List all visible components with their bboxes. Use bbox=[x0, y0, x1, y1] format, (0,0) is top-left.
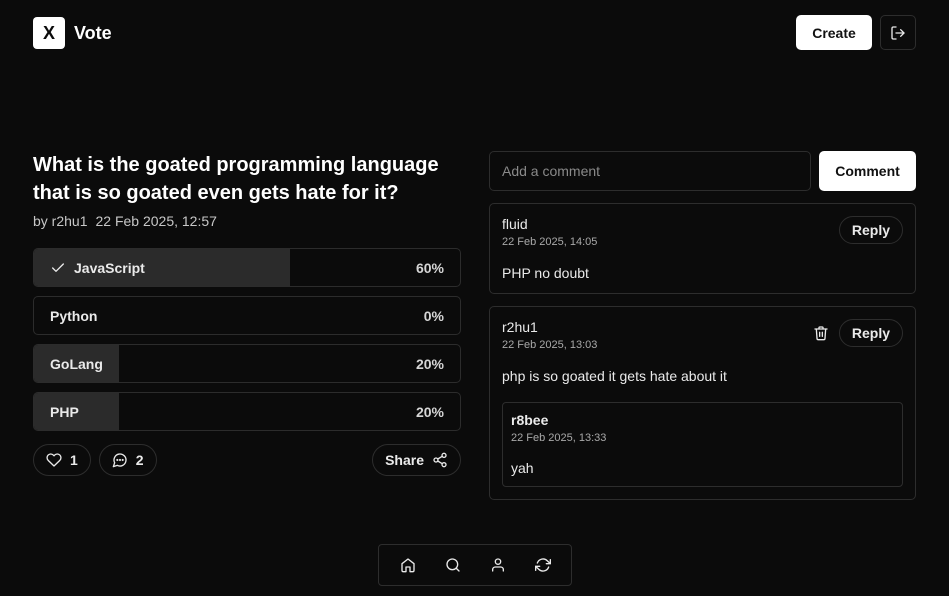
option-percent: 20% bbox=[415, 403, 444, 420]
option-label: JavaScript bbox=[50, 260, 145, 276]
share-label: Share bbox=[385, 452, 424, 468]
refresh-icon bbox=[534, 557, 551, 573]
logout-icon bbox=[890, 25, 906, 41]
delete-comment-button[interactable] bbox=[811, 323, 831, 343]
check-icon bbox=[50, 260, 66, 276]
option-text: GoLang bbox=[50, 355, 103, 372]
share-button[interactable]: Share bbox=[372, 444, 461, 476]
option-label: PHP bbox=[50, 404, 79, 420]
poll-panel: What is the goated programming language … bbox=[33, 151, 461, 476]
poll-author[interactable]: by r2hu1 bbox=[33, 213, 87, 229]
comment-submit-button[interactable]: Comment bbox=[819, 151, 916, 191]
option-percent: 0% bbox=[423, 307, 444, 324]
reply-card: r8bee 22 Feb 2025, 13:33 yah bbox=[502, 402, 903, 487]
poll-options: JavaScript 60% Python 0% GoLang 20% PHP … bbox=[33, 248, 461, 431]
option-text: Python bbox=[50, 307, 98, 324]
poll-option-javascript[interactable]: JavaScript 60% bbox=[33, 248, 461, 287]
poll-option-python[interactable]: Python 0% bbox=[33, 296, 461, 335]
heart-icon bbox=[46, 452, 62, 468]
comment-card: r2hu1 22 Feb 2025, 13:03 Reply php is so… bbox=[489, 306, 916, 500]
comment-text: PHP no doubt bbox=[502, 265, 589, 281]
reply-button[interactable]: Reply bbox=[838, 216, 903, 244]
logo-text: Vote bbox=[74, 22, 112, 43]
logout-button[interactable] bbox=[880, 15, 916, 50]
poll-option-php[interactable]: PHP 20% bbox=[33, 392, 461, 431]
comment-author[interactable]: r2hu1 bbox=[502, 319, 597, 335]
comment-time: 22 Feb 2025, 13:03 bbox=[502, 339, 598, 351]
comments-button[interactable]: 2 bbox=[98, 444, 157, 476]
option-percent: 60% bbox=[415, 259, 444, 276]
option-text: JavaScript bbox=[74, 259, 145, 276]
nav-search-button[interactable] bbox=[433, 545, 473, 585]
like-button[interactable]: 1 bbox=[33, 444, 91, 476]
reply-button[interactable]: Reply bbox=[838, 319, 903, 347]
nav-home-button[interactable] bbox=[388, 545, 428, 585]
comment-form: Comment bbox=[489, 151, 916, 191]
poll-date: 22 Feb 2025, 12:57 bbox=[95, 213, 217, 229]
message-circle-icon bbox=[112, 452, 128, 468]
reply-text: yah bbox=[511, 460, 534, 476]
nav-profile-button[interactable] bbox=[478, 545, 518, 585]
poll-actions: 1 2 Share bbox=[33, 444, 461, 476]
app-root: X Vote Create What is the goated program… bbox=[0, 0, 949, 596]
create-button[interactable]: Create bbox=[796, 15, 872, 50]
poll-option-golang[interactable]: GoLang 20% bbox=[33, 344, 461, 383]
home-icon bbox=[400, 557, 416, 573]
reply-time: 22 Feb 2025, 13:33 bbox=[511, 432, 607, 444]
user-icon bbox=[490, 557, 506, 573]
reply-author[interactable]: r8bee bbox=[511, 412, 894, 428]
logo-mark: X bbox=[33, 17, 65, 49]
poll-meta: by r2hu1 22 Feb 2025, 12:57 bbox=[33, 213, 461, 229]
comment-card: fluid 22 Feb 2025, 14:05 Reply PHP no do… bbox=[489, 203, 916, 294]
comments-panel: Comment fluid 22 Feb 2025, 14:05 Reply P… bbox=[489, 151, 916, 500]
comment-input[interactable] bbox=[489, 151, 811, 191]
logo[interactable]: X Vote bbox=[33, 17, 112, 49]
comment-text: php is so goated it gets hate about it bbox=[502, 368, 727, 384]
option-text: PHP bbox=[50, 403, 79, 420]
search-icon bbox=[445, 557, 461, 573]
comment-count: 2 bbox=[135, 452, 144, 468]
share-icon bbox=[432, 452, 448, 468]
poll-title: What is the goated programming language … bbox=[33, 154, 439, 204]
nav-refresh-button[interactable] bbox=[523, 545, 563, 585]
option-label: GoLang bbox=[50, 356, 103, 372]
option-percent: 20% bbox=[415, 355, 444, 372]
like-count: 1 bbox=[70, 452, 78, 468]
trash-icon bbox=[813, 325, 829, 341]
comment-author[interactable]: fluid bbox=[502, 216, 597, 232]
comment-time: 22 Feb 2025, 14:05 bbox=[502, 236, 598, 248]
option-label: Python bbox=[50, 308, 97, 324]
bottom-nav bbox=[378, 544, 572, 586]
